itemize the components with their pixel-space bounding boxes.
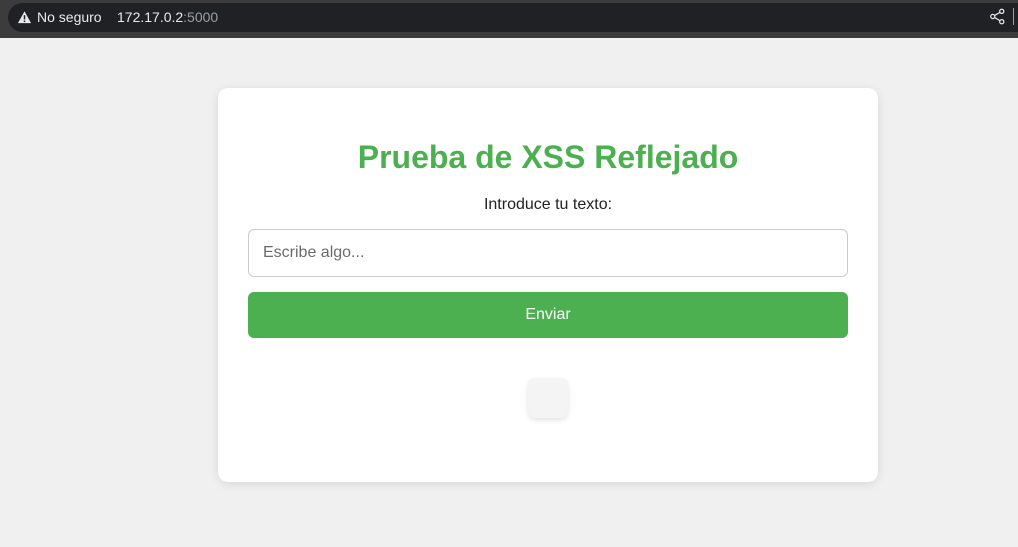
security-label: No seguro bbox=[37, 9, 102, 25]
result-output bbox=[528, 378, 568, 418]
url-host: 172.17.0.2 bbox=[117, 9, 184, 25]
share-icon[interactable] bbox=[989, 8, 1006, 25]
text-input[interactable] bbox=[248, 229, 848, 277]
warning-triangle-icon bbox=[17, 10, 32, 23]
url-port: :5000 bbox=[183, 9, 219, 25]
submit-button[interactable]: Enviar bbox=[248, 292, 848, 338]
input-label: Introduce tu texto: bbox=[483, 196, 613, 213]
browser-toolbar: No seguro 172.17.0.2:5000 bbox=[0, 0, 1018, 38]
form-card: Prueba de XSS Reflejado Introduce tu tex… bbox=[218, 88, 878, 482]
security-indicator[interactable]: No seguro bbox=[17, 8, 102, 26]
toolbar-divider bbox=[1013, 8, 1014, 25]
url-text[interactable]: 172.17.0.2:5000 bbox=[117, 8, 218, 26]
page-title: Prueba de XSS Reflejado bbox=[357, 139, 739, 175]
